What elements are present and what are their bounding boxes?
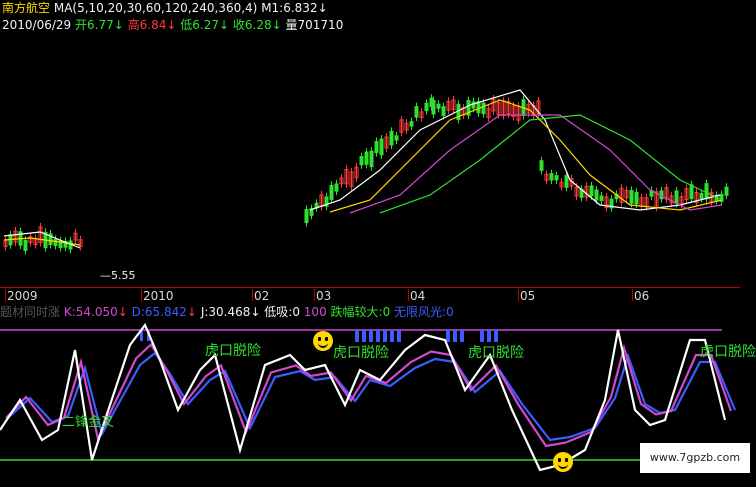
kdj-signal-bar (390, 330, 394, 342)
kdj-signal-bar (453, 330, 457, 342)
kdj-signal-bar (487, 330, 491, 342)
kdj-signal-bar (494, 330, 498, 342)
stock-chart-window: 南方航空 MA(5,10,20,30,60,120,240,360,4) M1:… (0, 0, 756, 487)
kdj-signal-bar (355, 330, 359, 342)
kdj-signal-bar (460, 330, 464, 342)
chart-tag-2: 虎口脱险 (333, 345, 389, 361)
chart-tag-3: 虎口脱险 (468, 345, 524, 361)
chart-tag-4: 虎口脱险 (700, 344, 756, 360)
kdj-signal-bar (369, 330, 373, 342)
smiley-icon (313, 331, 333, 351)
kdj-signal-bar (397, 330, 401, 342)
kdj-signal-bar (362, 330, 366, 342)
kdj-signal-bar (480, 330, 484, 342)
kdj-signal-bar (376, 330, 380, 342)
smiley-icon (553, 452, 573, 472)
chart-tag-5: 二锋金叉 (62, 415, 115, 430)
kdj-signal-bar (446, 330, 450, 342)
kdj-signal-bar (383, 330, 387, 342)
watermark: www.7gpzb.com (640, 443, 750, 473)
chart-tag-1: 虎口脱险 (205, 343, 261, 359)
